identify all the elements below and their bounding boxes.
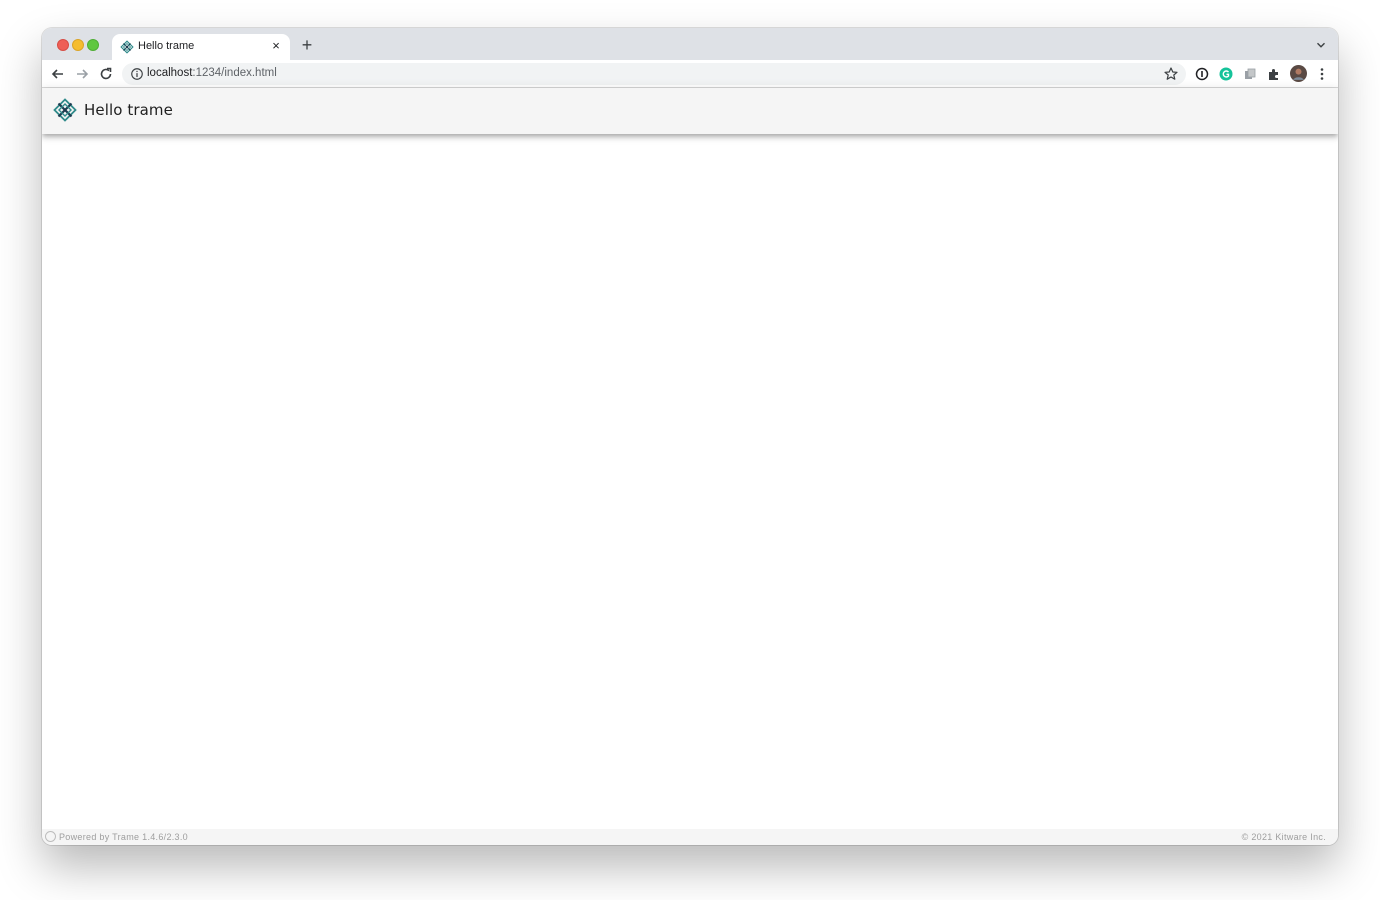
browser-window: Hello trame × + localhost:1234/index.htm… bbox=[42, 28, 1338, 845]
tab-hello-trame[interactable]: Hello trame × bbox=[112, 34, 290, 60]
url-path: :1234/index.html bbox=[192, 67, 277, 79]
address-bar[interactable]: localhost:1234/index.html bbox=[122, 63, 1186, 85]
browser-toolbar: localhost:1234/index.html bbox=[42, 60, 1338, 88]
trame-logo-icon bbox=[120, 40, 134, 54]
app-title: Hello trame bbox=[84, 101, 173, 119]
password-extension-icon[interactable] bbox=[1194, 66, 1210, 82]
url-host: localhost bbox=[147, 67, 193, 79]
extensions-puzzle-icon[interactable] bbox=[1266, 66, 1282, 82]
tab-close-icon[interactable]: × bbox=[268, 38, 284, 54]
back-arrow-icon[interactable] bbox=[50, 66, 66, 82]
url-text: localhost:1234/index.html bbox=[147, 67, 277, 79]
tab-list-chevron-icon[interactable] bbox=[1314, 38, 1328, 52]
bookmark-star-icon[interactable] bbox=[1163, 66, 1179, 82]
new-tab-button[interactable]: + bbox=[298, 36, 316, 54]
connection-status-icon bbox=[45, 831, 56, 842]
app-footer: Powered by Trame 1.4.6/2.3.0 © 2021 Kitw… bbox=[42, 829, 1338, 845]
profile-avatar[interactable] bbox=[1290, 65, 1307, 82]
powered-by-text: Powered by Trame 1.4.6/2.3.0 bbox=[59, 832, 188, 842]
extension-icon[interactable] bbox=[1242, 66, 1258, 82]
forward-arrow-icon[interactable] bbox=[74, 66, 90, 82]
minimize-window-button[interactable] bbox=[72, 39, 84, 51]
grammarly-extension-icon[interactable] bbox=[1218, 66, 1234, 82]
site-info-icon[interactable] bbox=[130, 67, 144, 81]
tab-strip: Hello trame × + bbox=[42, 28, 1338, 60]
app-toolbar: Hello trame bbox=[42, 88, 1338, 134]
reload-icon[interactable] bbox=[98, 66, 114, 82]
tab-title: Hello trame bbox=[138, 40, 195, 52]
trame-logo-icon[interactable] bbox=[53, 98, 77, 122]
zoom-window-button[interactable] bbox=[87, 39, 99, 51]
copyright-text: © 2021 Kitware Inc. bbox=[1241, 832, 1326, 842]
more-menu-icon[interactable] bbox=[1314, 66, 1330, 82]
close-window-button[interactable] bbox=[57, 39, 69, 51]
main-content bbox=[42, 134, 1338, 829]
